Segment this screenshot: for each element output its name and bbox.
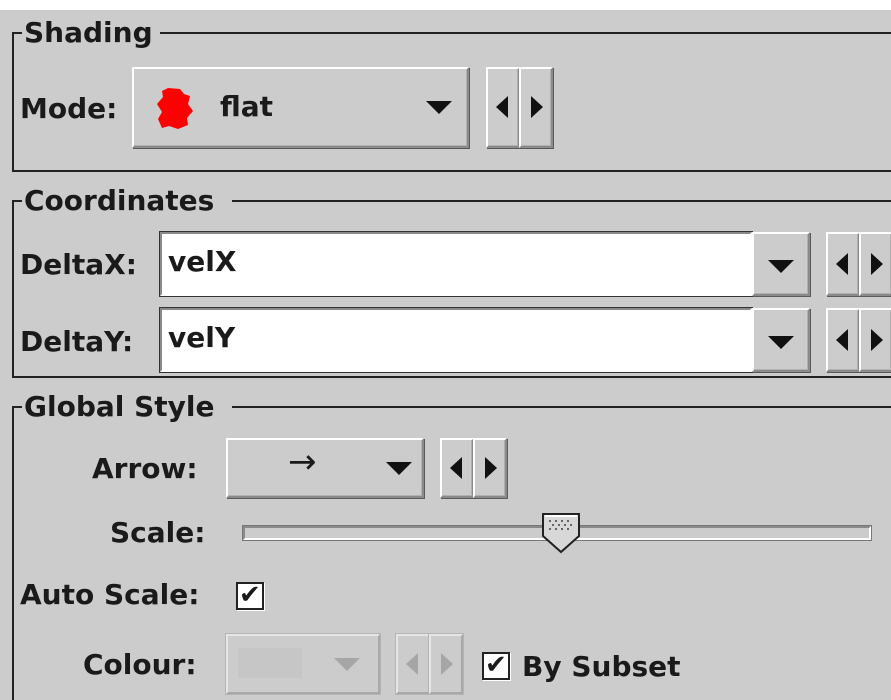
mode-label: Mode: <box>20 92 118 125</box>
colour-swatch <box>238 648 302 678</box>
top-edge <box>0 0 891 10</box>
arrow-prev-button[interactable] <box>440 438 474 498</box>
coordinates-group-title: Coordinates <box>24 184 215 217</box>
arrow-right-icon <box>531 96 543 118</box>
deltay-value: velY <box>168 321 236 354</box>
shading-group-title: Shading <box>24 16 153 49</box>
deltay-field[interactable]: velY <box>159 307 753 373</box>
arrow-next-button[interactable] <box>473 438 507 498</box>
mode-value: flat <box>220 90 274 123</box>
scale-slider-thumb[interactable] <box>541 512 581 554</box>
deltax-value: velX <box>168 245 237 278</box>
arrow-right-icon <box>441 653 453 675</box>
chevron-down-icon <box>768 336 794 349</box>
arrow-right-icon <box>871 329 883 351</box>
colour-combo[interactable] <box>225 633 381 695</box>
deltay-prev-button[interactable] <box>826 308 860 372</box>
arrow-right-icon <box>871 253 883 275</box>
arrow-label: Arrow: <box>92 452 198 485</box>
arrow-style-value: → <box>288 442 317 482</box>
chevron-down-icon <box>386 462 412 475</box>
mode-prev-button[interactable] <box>486 67 520 148</box>
chevron-down-icon <box>426 101 452 114</box>
deltax-field[interactable]: velX <box>159 231 753 297</box>
by-subset-checkbox[interactable]: ✔ <box>482 650 510 680</box>
colour-label: Colour: <box>83 648 197 681</box>
checkmark-icon: ✔ <box>239 580 261 610</box>
arrow-left-icon <box>836 253 848 275</box>
chevron-down-icon <box>334 658 360 671</box>
by-subset-label: By Subset <box>522 650 681 683</box>
flat-shading-icon <box>157 88 193 129</box>
chevron-down-icon <box>768 260 794 273</box>
deltay-dropdown-button[interactable] <box>752 308 810 372</box>
deltax-prev-button[interactable] <box>826 232 860 296</box>
arrow-combo[interactable]: → <box>226 438 424 498</box>
auto-scale-checkbox[interactable]: ✔ <box>236 580 264 610</box>
mode-combo[interactable]: flat <box>132 67 469 148</box>
deltax-label: DeltaX: <box>20 248 137 281</box>
deltax-dropdown-button[interactable] <box>752 232 810 296</box>
auto-scale-label: Auto Scale: <box>20 578 200 611</box>
colour-next-button[interactable] <box>428 633 464 695</box>
arrow-left-icon <box>836 329 848 351</box>
colour-prev-button[interactable] <box>395 633 431 695</box>
arrow-right-icon <box>485 457 497 479</box>
arrow-left-icon <box>496 96 508 118</box>
scale-label: Scale: <box>110 516 206 549</box>
deltay-label: DeltaY: <box>20 325 134 358</box>
arrow-left-icon <box>450 457 462 479</box>
checkmark-icon: ✔ <box>485 650 507 680</box>
deltay-next-button[interactable] <box>859 308 891 372</box>
deltax-next-button[interactable] <box>859 232 891 296</box>
global-style-group-title: Global Style <box>24 390 215 423</box>
arrow-left-icon <box>406 653 418 675</box>
mode-next-button[interactable] <box>519 67 553 148</box>
plot-layer-config-panel: Shading Mode: flat Coordinates DeltaX: v… <box>0 0 891 700</box>
